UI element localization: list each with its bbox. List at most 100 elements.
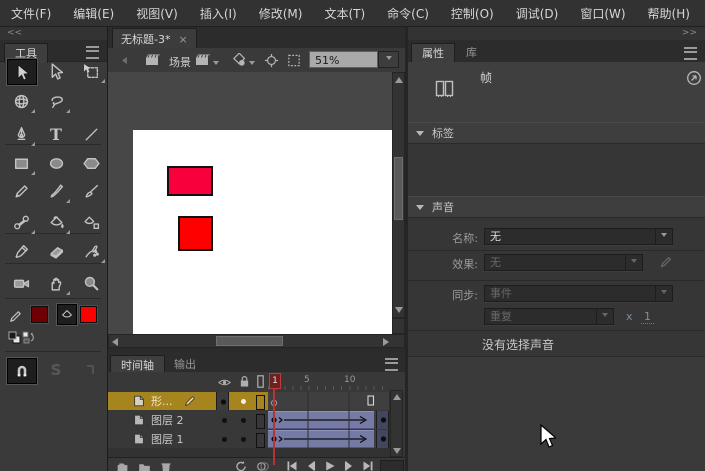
new-layer-icon[interactable] [116,461,129,471]
keyframe-cell[interactable] [216,392,229,410]
menu-item-debug[interactable]: 调试(D) [516,5,559,22]
menu-item-view[interactable]: 视图(V) [136,5,178,22]
tool-free-transform[interactable] [76,58,106,84]
tool-paint-bucket[interactable] [41,209,71,235]
menu-item-command[interactable]: 命令(C) [387,5,429,22]
menu-item-file[interactable]: 文件(F) [11,5,51,22]
tab-properties[interactable]: 属性 [411,43,455,63]
menu-item-modify[interactable]: 修改(M) [259,5,303,22]
collapse-panel-button[interactable]: << [0,27,107,40]
document-tab[interactable]: 无标题-3* × [112,28,197,49]
timeline-vscrollbar[interactable] [390,390,403,457]
zoom-level-input[interactable]: 51% [309,51,378,68]
tool-brush[interactable] [41,178,71,204]
edit-scene-icon[interactable] [194,52,212,68]
canvas-pasteboard[interactable] [108,72,393,334]
fill-color-target-button[interactable] [56,303,78,326]
layer-frames[interactable] [268,392,390,410]
layer-frames[interactable] [268,411,390,429]
quick-help-icon[interactable] [686,70,702,86]
onion-skin-icon[interactable] [256,460,270,471]
stage-rectangle-bottom[interactable] [178,216,213,251]
menu-item-control[interactable]: 控制(O) [451,5,494,22]
canvas-hscroll-thumb[interactable] [216,336,283,346]
play-icon[interactable] [324,460,336,471]
layer-frames[interactable] [268,430,390,448]
keyframe-cell[interactable] [376,430,389,448]
loop-icon[interactable] [234,460,248,471]
layer-outline-swatch[interactable] [256,395,265,410]
center-frame-icon[interactable] [264,53,279,68]
layer-row-1[interactable]: 图层 1 [108,430,390,448]
tool-rectangle[interactable] [6,150,36,176]
layer-row-shape[interactable]: 形... [108,392,390,410]
tool-zoom[interactable] [76,270,106,296]
playhead-frame-box[interactable]: 1 [269,373,281,389]
go-to-first-frame-icon[interactable] [286,460,298,471]
tool-line[interactable] [76,121,106,147]
section-label[interactable]: 标签 [408,122,705,144]
show-hide-all-icon[interactable] [218,377,231,388]
lock-all-icon[interactable] [239,375,250,388]
tool-hand[interactable] [41,270,71,296]
step-back-icon[interactable] [305,460,317,471]
layer-visible-dot[interactable] [222,437,227,442]
edit-symbol-caret-icon[interactable] [249,61,255,68]
tool-text[interactable]: T [41,121,71,147]
clip-content-icon[interactable] [286,53,302,68]
tab-library[interactable]: 库 [456,43,487,62]
layer-outline-swatch[interactable] [256,433,265,448]
tool-camera[interactable] [6,270,36,296]
tool-lasso[interactable] [41,88,71,114]
layer-name-area[interactable]: 形... [108,392,268,410]
repeat-times-value[interactable]: 1 [641,310,654,324]
timeline-panel-menu-icon[interactable] [385,358,398,371]
outline-all-icon[interactable] [257,375,264,388]
canvas-hscrollbar[interactable] [108,334,405,348]
tool-selection[interactable] [6,58,38,86]
tool-ink-bottle[interactable] [76,209,106,235]
sound-name-dropdown[interactable]: 无 [484,228,673,245]
layer-lock-dot[interactable] [241,437,246,442]
layer-lock-dot[interactable] [241,418,246,423]
timeline-ruler[interactable]: 5 10 [268,372,390,392]
motion-tween-span[interactable] [268,430,374,448]
edit-symbol-icon[interactable] [231,53,247,68]
delete-layer-icon[interactable] [160,461,172,471]
menu-item-edit[interactable]: 编辑(E) [73,5,114,22]
menu-item-insert[interactable]: 插入(I) [200,5,237,22]
tool-eyedropper[interactable] [6,238,36,264]
tool-bone[interactable] [6,209,36,235]
tool-3d-rotation[interactable] [6,88,36,114]
zoom-dropdown-button[interactable] [378,51,399,68]
close-icon[interactable]: × [178,33,187,46]
tool-oval[interactable] [41,150,71,176]
go-to-last-frame-icon[interactable] [362,460,374,471]
collapse-panel-button[interactable]: >> [408,27,705,40]
stage-rectangle-top[interactable] [167,166,213,196]
tool-pencil[interactable] [6,178,36,204]
new-folder-icon[interactable] [138,461,151,471]
option-snap-magnet[interactable] [6,357,38,385]
default-colors-button[interactable] [8,331,20,343]
swap-colors-button[interactable] [22,331,36,344]
layer-name-area[interactable]: 图层 2 [108,411,268,429]
tool-pen[interactable] [6,121,36,147]
keyframe-cell[interactable] [376,411,389,429]
tool-paintbrush[interactable] [76,178,106,204]
menu-item-text[interactable]: 文本(T) [324,5,365,22]
back-arrow-icon[interactable] [118,54,131,67]
tool-deco-spray[interactable] [76,238,106,264]
layer-row-2[interactable]: 图层 2 [108,411,390,429]
fill-color-swatch[interactable] [80,306,97,323]
playhead-line[interactable] [273,389,275,465]
menu-item-window[interactable]: 窗口(W) [580,5,625,22]
tool-subselection[interactable] [41,58,71,84]
layer-outline-swatch[interactable] [256,414,265,429]
motion-tween-span[interactable] [268,411,374,429]
canvas-vscrollbar[interactable] [392,72,405,318]
edit-scene-caret-icon[interactable] [213,61,219,68]
layer-visible-dot[interactable] [222,418,227,423]
step-forward-icon[interactable] [343,460,355,471]
layer-name-area[interactable]: 图层 1 [108,430,268,448]
